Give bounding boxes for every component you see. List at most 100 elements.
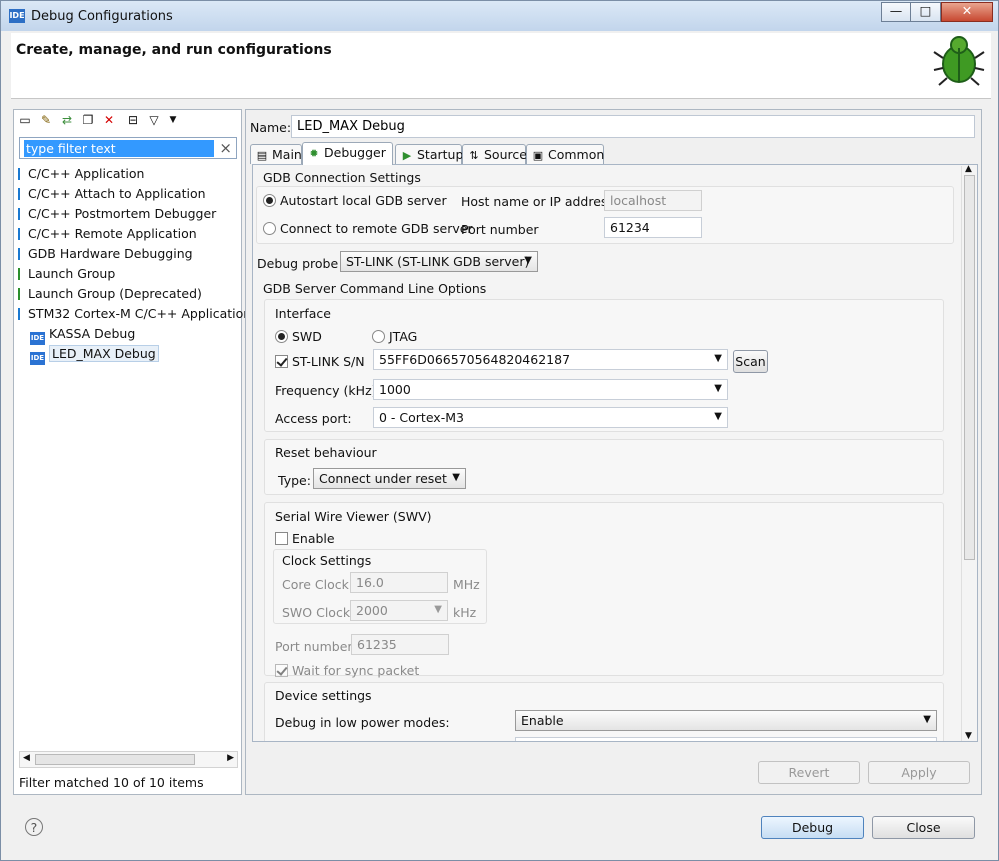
tree-item-remote[interactable]: C/C++ Remote Application [18, 224, 197, 243]
tree-item-kassa-debug[interactable]: IDE KASSA Debug [30, 324, 135, 345]
launch-group-icon [18, 288, 23, 300]
scroll-down-icon[interactable]: ▼ [965, 731, 972, 741]
reset-type-select[interactable]: Connect under reset [313, 468, 466, 489]
swv-enable-checkbox[interactable]: Enable [275, 531, 335, 546]
vertical-scroll-thumb[interactable] [964, 175, 975, 560]
window-title: Debug Configurations [31, 9, 173, 24]
swo-clock-select[interactable]: 2000 [350, 600, 448, 621]
tree-item-gdb-hardware[interactable]: GDB Hardware Debugging [18, 244, 193, 263]
clear-filter-icon[interactable]: × [219, 139, 232, 157]
close-window-button[interactable]: ✕ [941, 2, 993, 22]
new-prototype-icon[interactable]: ✎ [39, 113, 53, 127]
duplicate-icon[interactable]: ❐ [81, 113, 95, 127]
host-input[interactable]: localhost [604, 190, 702, 211]
startup-tab-icon: ▶ [402, 149, 412, 162]
dialog-footer: ? Debug Close [11, 804, 991, 854]
tree-item-cpp-attach[interactable]: C/C++ Attach to Application [18, 184, 206, 203]
debug-probe-select[interactable]: ST-LINK (ST-LINK GDB server) [340, 251, 538, 272]
help-icon[interactable]: ? [25, 818, 43, 836]
low-power-select[interactable]: Enable [515, 710, 937, 731]
revert-button[interactable]: Revert [758, 761, 860, 784]
left-horizontal-scrollbar[interactable]: ◀ ▶ [19, 751, 238, 768]
content-vertical-scrollbar[interactable]: ▲ ▼ [961, 165, 976, 741]
scroll-up-icon[interactable]: ▲ [965, 165, 972, 174]
autostart-radio[interactable]: Autostart local GDB server [263, 193, 447, 208]
debug-configurations-window: IDE Debug Configurations — □ ✕ Create, m… [0, 0, 999, 861]
main-tab-icon: ▤ [256, 149, 268, 162]
core-clock-label: Core Clock: [282, 577, 354, 592]
source-tab-icon: ⇅ [469, 149, 479, 162]
scan-button[interactable]: Scan [733, 350, 768, 373]
bug-icon [933, 36, 985, 86]
stlink-sn-select[interactable]: 55FF6D066570564820462187 [373, 349, 728, 370]
configuration-editor: Name: ▤Main ✹Debugger ▶Startup ⇅Source ▣… [245, 109, 982, 795]
core-clock-unit: MHz [453, 577, 480, 592]
tree-item-launch-group-deprecated[interactable]: Launch Group (Deprecated) [18, 284, 202, 303]
swd-radio[interactable]: SWD [275, 329, 322, 344]
stlink-sn-checkbox[interactable]: ST-LINK S/N [275, 354, 365, 369]
remote-radio[interactable]: Connect to remote GDB server [263, 221, 473, 236]
checked-icon [275, 664, 288, 677]
delete-icon[interactable]: ✕ [102, 113, 116, 127]
access-port-select[interactable]: 0 - Cortex-M3 [373, 407, 728, 428]
export-icon[interactable]: ⇄ [60, 113, 74, 127]
filter-status: Filter matched 10 of 10 items [19, 775, 204, 790]
scroll-left-icon[interactable]: ◀ [23, 753, 30, 763]
port-label: Port number [461, 222, 539, 237]
tree-item-launch-group[interactable]: Launch Group [18, 264, 115, 283]
launch-type-icon [18, 208, 23, 220]
minimize-button[interactable]: — [881, 2, 911, 22]
tab-debugger[interactable]: ✹ Debugger [302, 142, 393, 165]
interface-title: Interface [275, 306, 331, 321]
filter-input[interactable] [24, 140, 214, 157]
access-port-label: Access port: [275, 411, 352, 426]
core-clock-input[interactable]: 16.0 [350, 572, 448, 593]
wait-sync-checkbox[interactable]: Wait for sync packet [275, 663, 419, 678]
tree-item-postmortem[interactable]: C/C++ Postmortem Debugger [18, 204, 216, 223]
launch-group-icon [18, 268, 23, 280]
tab-source[interactable]: ⇅ Source [462, 144, 527, 164]
launch-type-icon [18, 168, 23, 180]
tab-startup[interactable]: ▶ Startup [395, 144, 463, 164]
unselected-radio-icon [263, 222, 276, 235]
checked-icon [275, 355, 288, 368]
gdb-command-title: GDB Server Command Line Options [263, 281, 487, 296]
filter-icon[interactable]: ▽ [147, 113, 161, 127]
close-button[interactable]: Close [872, 816, 975, 839]
swv-port-input[interactable]: 61235 [351, 634, 449, 655]
title-bar: IDE Debug Configurations — □ ✕ [1, 1, 998, 31]
debug-button[interactable]: Debug [761, 816, 864, 839]
collapse-all-icon[interactable]: ⊟ [126, 113, 140, 127]
frequency-label: Frequency (kHz): [275, 383, 381, 398]
unchecked-icon [275, 532, 288, 545]
selected-radio-icon [263, 194, 276, 207]
gdb-connection-title: GDB Connection Settings [263, 170, 421, 185]
header-title: Create, manage, and run configurations [16, 42, 332, 58]
next-setting-field[interactable] [515, 737, 937, 741]
configuration-name-input[interactable] [291, 115, 975, 138]
stm32-icon [18, 308, 23, 320]
horizontal-scroll-thumb[interactable] [35, 754, 195, 765]
launch-type-icon [18, 228, 23, 240]
tab-common[interactable]: ▣ Common [526, 144, 604, 164]
swv-title: Serial Wire Viewer (SWV) [275, 509, 432, 524]
jtag-radio[interactable]: JTAG [372, 329, 417, 344]
frequency-select[interactable]: 1000 [373, 379, 728, 400]
tab-main[interactable]: ▤ Main [250, 144, 302, 164]
common-tab-icon: ▣ [532, 149, 544, 162]
scroll-right-icon[interactable]: ▶ [227, 753, 234, 763]
new-configuration-icon[interactable]: ▭ [18, 113, 32, 127]
apply-button[interactable]: Apply [868, 761, 970, 784]
dialog-header: Create, manage, and run configurations [11, 33, 991, 99]
tree-item-led-max-debug[interactable]: IDE LED_MAX Debug [30, 344, 159, 365]
port-input[interactable]: 61234 [604, 217, 702, 238]
tree-item-stm32[interactable]: STM32 Cortex-M C/C++ Application [18, 304, 251, 323]
filter-box: × [19, 137, 237, 159]
swo-clock-label: SWO Clock: [282, 605, 355, 620]
tree-item-cpp-application[interactable]: C/C++ Application [18, 164, 144, 183]
maximize-button[interactable]: □ [910, 2, 941, 22]
reset-title: Reset behaviour [275, 445, 377, 460]
view-menu-icon[interactable]: ▼ [166, 113, 180, 127]
host-label: Host name or IP address [461, 194, 614, 209]
swo-clock-unit: kHz [453, 605, 477, 620]
